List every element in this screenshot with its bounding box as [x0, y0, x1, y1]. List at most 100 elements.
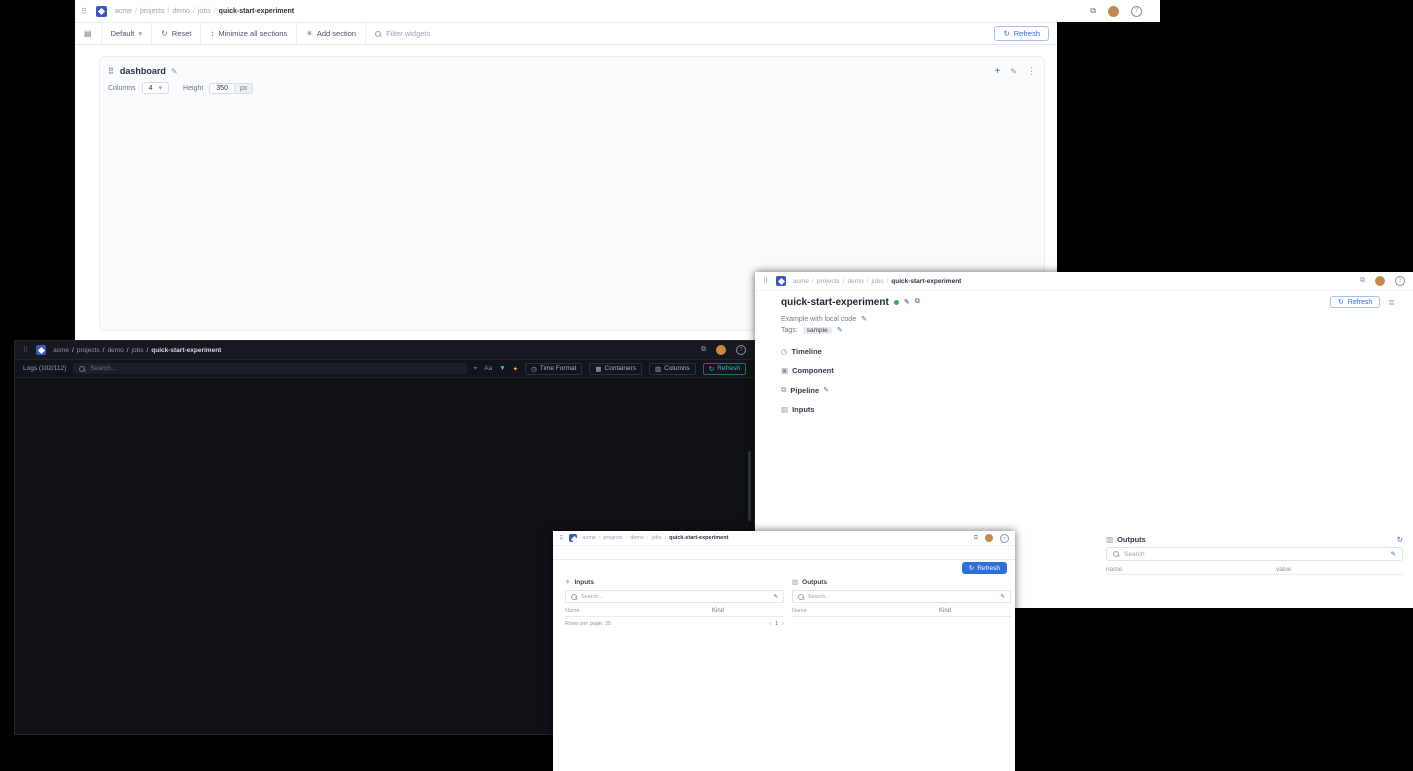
breadcrumb-item[interactable]: jobs — [872, 278, 884, 285]
app-grid-icon[interactable]: ⠿ — [81, 7, 88, 16]
edit-description-icon[interactable]: ✎ — [861, 315, 867, 323]
match-case-button[interactable]: Aa — [484, 365, 492, 372]
breadcrumb-item[interactable]: quick-start-experiment — [669, 535, 728, 541]
page-number[interactable]: 1 — [775, 621, 778, 627]
breadcrumb-item[interactable]: jobs — [651, 535, 661, 541]
layout-select[interactable]: Default▾ — [102, 23, 153, 44]
breadcrumb-item[interactable]: projects — [817, 278, 840, 285]
filter-widgets-input[interactable]: Filter widgets — [366, 23, 994, 44]
logs-refresh-button[interactable]: ↻Refresh — [703, 363, 746, 375]
run-description: Example with local code — [781, 316, 856, 323]
column-header[interactable]: Kind — [712, 608, 754, 614]
column-header[interactable]: name — [1106, 566, 1276, 573]
overview-refresh-button[interactable]: ↻Refresh — [1330, 296, 1380, 308]
next-page-icon[interactable]: › — [782, 621, 784, 627]
breadcrumb-item[interactable]: projects — [77, 347, 100, 354]
outputs-icon: ▥ — [792, 578, 798, 586]
reset-button[interactable]: ↻Reset — [152, 23, 201, 44]
breadcrumb-item[interactable]: projects — [603, 535, 622, 541]
section-menu-icon[interactable]: ⋮ — [1027, 66, 1036, 77]
jump-icon[interactable]: ⌖ — [474, 365, 478, 373]
breadcrumb-separator: / — [647, 535, 649, 541]
copy-id-icon[interactable]: ⧉ — [915, 298, 920, 306]
open-window-icon[interactable]: ⧉ — [974, 535, 978, 542]
add-section-button[interactable]: ✳Add section — [297, 23, 366, 44]
main-topbar: ⠿ acme/projects/demo/jobs/quick-start-ex… — [75, 0, 1160, 22]
app-logo[interactable] — [96, 6, 107, 17]
details-refresh-button[interactable]: ↻Refresh — [962, 562, 1007, 574]
breadcrumb-item[interactable]: acme — [115, 8, 132, 15]
edit-widgets-icon[interactable]: ✎ — [1010, 67, 1017, 76]
outputs-refresh-icon[interactable]: ↻ — [1397, 535, 1403, 544]
logs-count: Logs (102/112) — [23, 365, 66, 372]
tag-badge[interactable]: sample — [803, 327, 832, 334]
breadcrumb-item[interactable]: demo — [630, 535, 644, 541]
open-window-icon[interactable]: ⧉ — [1090, 6, 1096, 16]
breadcrumb-item[interactable]: demo — [107, 347, 123, 354]
app-grid-icon[interactable]: ⠿ — [23, 346, 29, 354]
edit-title-icon[interactable]: ✎ — [904, 298, 910, 306]
inputs-title: Inputs — [574, 579, 594, 586]
help-icon[interactable]: ? — [1131, 6, 1142, 17]
refresh-button[interactable]: ↻Refresh — [994, 26, 1049, 41]
breadcrumb-item[interactable]: quick-start-experiment — [891, 278, 961, 285]
search-icon — [79, 366, 85, 372]
outputs-search-input[interactable]: Search...✎ — [792, 590, 1011, 603]
logs-scrollbar[interactable] — [748, 451, 751, 521]
prev-page-icon[interactable]: ‹ — [769, 621, 771, 627]
section-drag-handle[interactable]: ⠿ — [108, 67, 115, 76]
edit-section-icon[interactable]: ✎ — [171, 67, 178, 76]
user-avatar[interactable] — [985, 534, 993, 542]
app-logo[interactable] — [776, 276, 786, 286]
edit-tags-icon[interactable]: ✎ — [837, 326, 843, 334]
breadcrumb-item[interactable]: jobs — [132, 347, 144, 354]
help-icon[interactable]: ? — [736, 345, 746, 355]
column-header[interactable]: Name — [792, 608, 939, 614]
user-avatar[interactable] — [1108, 6, 1119, 17]
app-logo[interactable] — [569, 534, 577, 542]
time-format-button[interactable]: ◷Time Format — [525, 363, 582, 375]
user-avatar[interactable] — [716, 345, 726, 355]
breadcrumb-item[interactable]: acme — [582, 535, 595, 541]
open-window-icon[interactable]: ⧉ — [1360, 277, 1365, 285]
minimize-sections-button[interactable]: ↕Minimize all sections — [201, 23, 297, 44]
breadcrumb-item[interactable]: acme — [793, 278, 809, 285]
help-icon[interactable]: ? — [1000, 534, 1009, 543]
logs-search-input[interactable]: Search... — [73, 363, 466, 374]
status-dot — [894, 300, 899, 305]
refresh-icon: ↻ — [1003, 29, 1009, 38]
help-icon[interactable]: ? — [1395, 276, 1405, 286]
timeline-title: Timeline — [792, 347, 822, 356]
edit-pipeline-icon[interactable]: ✎ — [823, 386, 829, 394]
inputs-search-input[interactable]: Search...✎ — [565, 590, 784, 603]
height-input[interactable]: 350 — [209, 83, 235, 94]
column-header[interactable]: value — [1276, 566, 1292, 573]
breadcrumb-item[interactable]: quick-start-experiment — [151, 347, 221, 354]
filter-icon[interactable]: ▼ — [499, 365, 505, 372]
user-avatar[interactable] — [1375, 276, 1385, 286]
app-grid-icon[interactable]: ⠿ — [559, 535, 564, 542]
save-layout-button[interactable]: ▤ — [75, 23, 102, 44]
containers-button[interactable]: ▦Containers — [589, 363, 642, 375]
breadcrumb-item[interactable]: jobs — [198, 8, 211, 15]
breadcrumb-item[interactable]: demo — [172, 8, 190, 15]
column-header[interactable]: Kind — [939, 608, 981, 614]
column-header[interactable]: Name — [565, 608, 712, 614]
breadcrumb-item[interactable]: quick-start-experiment — [219, 8, 294, 15]
breadcrumb-item[interactable]: demo — [847, 278, 863, 285]
rows-per-page[interactable]: Rows per page: 25 — [565, 621, 611, 627]
outputs-search-input[interactable]: Search ✎ — [1106, 547, 1403, 561]
highlight-icon[interactable]: ✦ — [513, 365, 518, 373]
outputs-filter-icon[interactable]: ✎ — [1000, 594, 1005, 600]
menu-icon[interactable]: ≣ — [1388, 298, 1395, 307]
inputs-filter-icon[interactable]: ✎ — [773, 594, 778, 600]
outputs-filter-icon[interactable]: ✎ — [1391, 550, 1396, 558]
app-logo[interactable] — [36, 345, 46, 355]
breadcrumb-item[interactable]: projects — [140, 8, 165, 15]
app-grid-icon[interactable]: ⠿ — [763, 277, 769, 285]
open-window-icon[interactable]: ⧉ — [701, 346, 706, 354]
columns-button[interactable]: ▥Columns — [649, 363, 696, 375]
columns-select[interactable]: 4▾ — [142, 82, 169, 94]
add-widget-icon[interactable]: + — [994, 66, 1000, 77]
breadcrumb-item[interactable]: acme — [53, 347, 69, 354]
